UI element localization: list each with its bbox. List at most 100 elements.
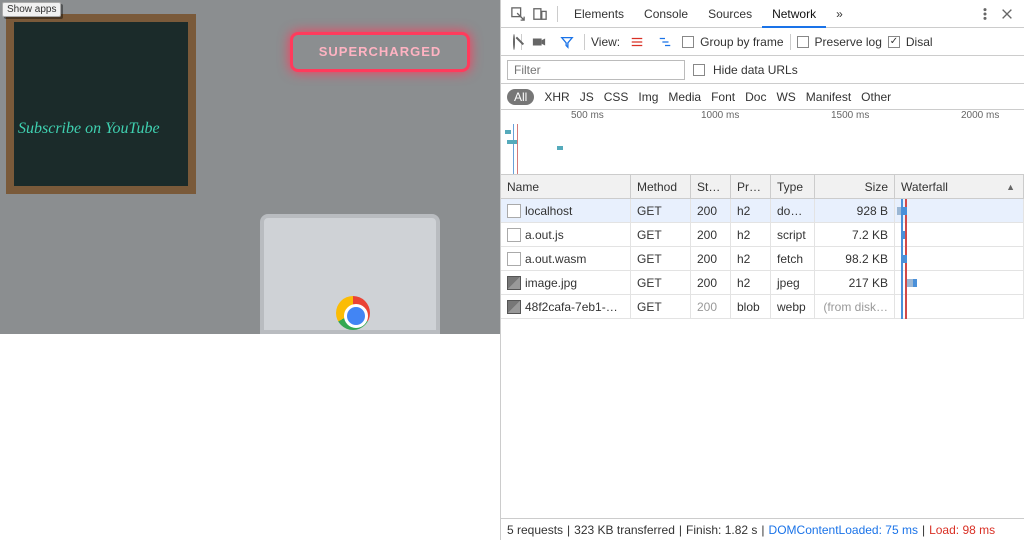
cell-type: script: [771, 223, 815, 247]
camera-icon[interactable]: [528, 31, 550, 53]
table-row[interactable]: localhost GET 200 h2 doc… 928 B: [501, 199, 1024, 223]
close-icon[interactable]: [996, 3, 1018, 25]
cell-size: 7.2 KB: [815, 223, 895, 247]
chalkboard: [6, 14, 196, 194]
cell-status: 200: [691, 271, 731, 295]
table-row[interactable]: image.jpg GET 200 h2 jpeg 217 KB: [501, 271, 1024, 295]
network-table: Name Method Sta… Pro… Type Size Waterfal…: [501, 175, 1024, 518]
file-icon: [507, 228, 521, 242]
type-all[interactable]: All: [507, 89, 534, 105]
cell-waterfall: [895, 199, 1024, 223]
status-transferred: 323 KB transferred: [574, 523, 675, 537]
cell-name: localhost: [525, 199, 572, 223]
disable-cache-checkbox[interactable]: [888, 36, 900, 48]
col-method[interactable]: Method: [631, 175, 691, 199]
type-doc[interactable]: Doc: [745, 90, 766, 104]
type-img[interactable]: Img: [638, 90, 658, 104]
type-js[interactable]: JS: [580, 90, 594, 104]
cell-proto: h2: [731, 223, 771, 247]
col-waterfall[interactable]: Waterfall▲: [895, 175, 1024, 199]
cell-type: webp: [771, 295, 815, 319]
cell-method: GET: [631, 199, 691, 223]
neon-sign: SUPERCHARGED: [290, 32, 470, 72]
type-other[interactable]: Other: [861, 90, 891, 104]
filter-bar: Hide data URLs: [501, 56, 1024, 84]
table-row[interactable]: a.out.wasm GET 200 h2 fetch 98.2 KB: [501, 247, 1024, 271]
status-load: Load: 98 ms: [929, 523, 995, 537]
group-by-frame-checkbox[interactable]: [682, 36, 694, 48]
cell-method: GET: [631, 271, 691, 295]
devtools-tabbar: Elements Console Sources Network »: [501, 0, 1024, 28]
preserve-log-label: Preserve log: [815, 35, 882, 49]
col-name[interactable]: Name: [501, 175, 631, 199]
type-font[interactable]: Font: [711, 90, 735, 104]
col-protocol[interactable]: Pro…: [731, 175, 771, 199]
tab-console[interactable]: Console: [634, 0, 698, 28]
preserve-log-checkbox[interactable]: [797, 36, 809, 48]
status-bar: 5 requests | 323 KB transferred | Finish…: [501, 518, 1024, 540]
chrome-logo-icon: [336, 296, 370, 330]
file-icon: [507, 252, 521, 266]
cell-waterfall: [895, 223, 1024, 247]
cell-size: 217 KB: [815, 271, 895, 295]
cell-status: 200: [691, 295, 731, 319]
view-list-icon[interactable]: [626, 31, 648, 53]
cell-waterfall: [895, 295, 1024, 319]
inspect-icon[interactable]: [507, 3, 529, 25]
kebab-menu-icon[interactable]: [974, 3, 996, 25]
cell-size: 98.2 KB: [815, 247, 895, 271]
subscribe-text: Subscribe on YouTube: [18, 120, 160, 138]
cell-waterfall: [895, 247, 1024, 271]
cell-name: a.out.js: [525, 223, 564, 247]
timeline-overview[interactable]: 500 ms 1000 ms 1500 ms 2000 ms: [501, 110, 1024, 175]
table-row[interactable]: a.out.js GET 200 h2 script 7.2 KB: [501, 223, 1024, 247]
tab-network[interactable]: Network: [762, 0, 826, 28]
network-toolbar: View: Group by frame Preserve log Disal: [501, 28, 1024, 56]
type-ws[interactable]: WS: [776, 90, 795, 104]
image-file-icon: [507, 300, 521, 314]
cell-name: a.out.wasm: [525, 247, 586, 271]
cell-method: GET: [631, 223, 691, 247]
status-finish: Finish: 1.82 s: [686, 523, 757, 537]
cell-type: jpeg: [771, 271, 815, 295]
file-icon: [507, 204, 521, 218]
cell-waterfall: [895, 271, 1024, 295]
table-head: Name Method Sta… Pro… Type Size Waterfal…: [501, 175, 1024, 199]
type-css[interactable]: CSS: [604, 90, 629, 104]
cell-proto: blob: [731, 295, 771, 319]
tab-elements[interactable]: Elements: [564, 0, 634, 28]
device-mode-icon[interactable]: [529, 3, 551, 25]
image-file-icon: [507, 276, 521, 290]
disable-cache-label: Disal: [906, 35, 933, 49]
cell-method: GET: [631, 247, 691, 271]
filter-input[interactable]: [507, 60, 685, 80]
type-xhr[interactable]: XHR: [544, 90, 569, 104]
col-type[interactable]: Type: [771, 175, 815, 199]
cell-status: 200: [691, 247, 731, 271]
cell-type: fetch: [771, 247, 815, 271]
cell-method: GET: [631, 295, 691, 319]
devtools-panel: Elements Console Sources Network » View:…: [500, 0, 1024, 540]
cell-name: 48f2cafa-7eb1-…: [525, 295, 618, 319]
cell-size: 928 B: [815, 199, 895, 223]
type-media[interactable]: Media: [668, 90, 701, 104]
status-domcontentloaded: DOMContentLoaded: 75 ms: [769, 523, 918, 537]
view-waterfall-icon[interactable]: [654, 31, 676, 53]
col-size[interactable]: Size: [815, 175, 895, 199]
type-manifest[interactable]: Manifest: [806, 90, 851, 104]
col-status[interactable]: Sta…: [691, 175, 731, 199]
tab-sources[interactable]: Sources: [698, 0, 762, 28]
filter-icon[interactable]: [556, 31, 578, 53]
clear-icon[interactable]: [513, 35, 515, 49]
hide-data-urls-checkbox[interactable]: [693, 64, 705, 76]
view-label: View:: [591, 35, 620, 49]
sort-asc-icon: ▲: [1006, 175, 1015, 199]
tab-more[interactable]: »: [826, 0, 853, 28]
cell-name: image.jpg: [525, 271, 577, 295]
table-body: localhost GET 200 h2 doc… 928 B a.out.js…: [501, 199, 1024, 518]
cell-size: (from disk…: [815, 295, 895, 319]
tick-2000: 2000 ms: [961, 110, 999, 121]
tick-1500: 1500 ms: [831, 110, 869, 121]
cell-proto: h2: [731, 199, 771, 223]
table-row[interactable]: 48f2cafa-7eb1-… GET 200 blob webp (from …: [501, 295, 1024, 319]
